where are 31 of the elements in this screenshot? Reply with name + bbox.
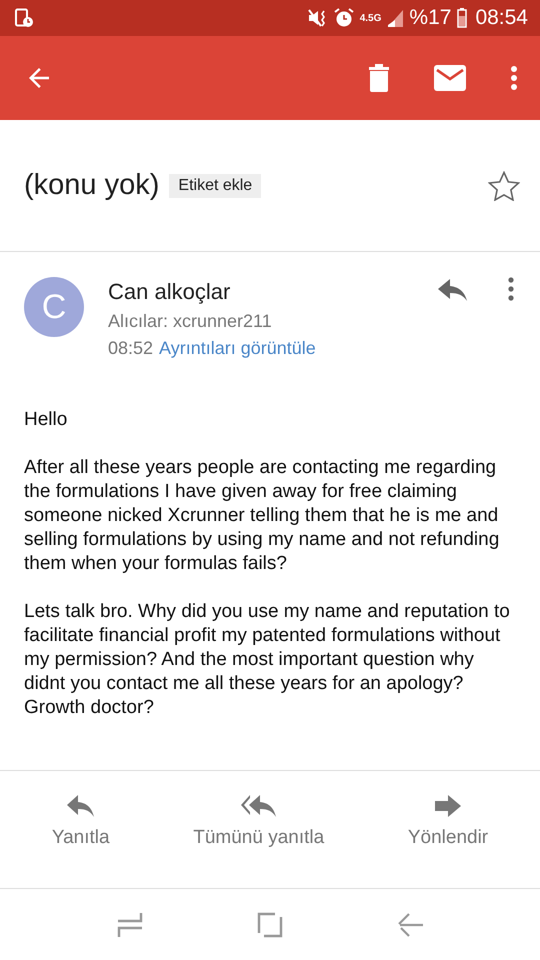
recipients-text: Alıcılar: xcrunner211 <box>108 311 273 332</box>
reply-button[interactable]: Yanıtla <box>46 793 116 855</box>
message-paragraph: Lets talk bro. Why did you use my name and reputation to facilitate financial profit my patented formulations without my permission? And the most important question why didnt you contact me all these years for an apology? Growth doctor? <box>24 600 511 720</box>
reply-all-button[interactable]: Tümünü yanıtla <box>187 793 330 855</box>
alarm-icon <box>334 8 354 28</box>
sender-avatar: C <box>24 277 84 337</box>
clock-time: 08:54 <box>475 6 528 30</box>
sent-time: 08:52 <box>108 338 154 359</box>
delete-button[interactable] <box>368 64 390 92</box>
battery-percent: %17 <box>409 6 452 30</box>
subject-title: (konu yok) <box>24 169 160 202</box>
forward-button[interactable]: Yönlendir <box>402 793 494 855</box>
reply-icon <box>66 795 95 817</box>
view-details-link[interactable]: Ayrıntıları görüntüle <box>159 338 316 359</box>
message-paragraph: After all these years people are contacting me regarding the formulations I have given away for free claiming someone nicked Xcrunner telling them that he is me and selling formulations by using my name and not refunding them when your formulas fails? <box>24 456 500 576</box>
add-label-button[interactable]: Etiket ekle <box>169 174 262 198</box>
home-button[interactable] <box>257 912 283 938</box>
forward-icon <box>435 795 461 817</box>
message-paragraph: Hello <box>24 408 68 432</box>
sender-name: Can alkoçlar <box>108 279 232 305</box>
mail-button[interactable] <box>434 65 466 91</box>
star-icon[interactable] <box>488 170 520 200</box>
battery-icon <box>457 8 468 28</box>
mute-vibrate-icon <box>308 9 328 27</box>
reply-all-icon <box>240 795 277 817</box>
screen-recorder-icon <box>14 8 34 28</box>
more-options-button[interactable] <box>510 65 518 91</box>
signal-icon <box>387 9 404 27</box>
recent-apps-button[interactable] <box>117 912 143 938</box>
system-back-button[interactable] <box>397 912 423 938</box>
network-type: 4.5G <box>360 12 382 24</box>
